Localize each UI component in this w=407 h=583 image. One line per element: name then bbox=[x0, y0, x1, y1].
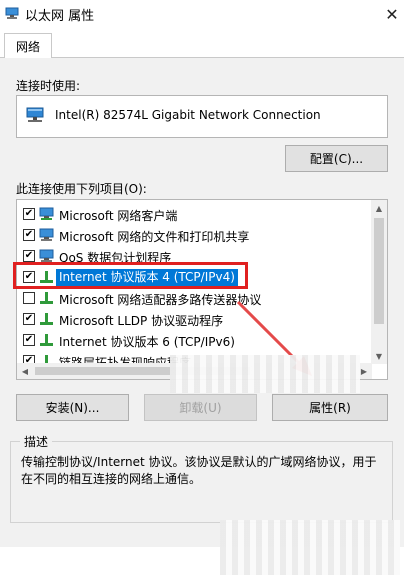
item-label: Microsoft 网络适配器多路传送器协议 bbox=[59, 293, 262, 307]
protocol-icon bbox=[40, 313, 53, 325]
list-item[interactable]: ✔ Microsoft 网络的文件和打印机共享 bbox=[17, 225, 369, 246]
item-label: Microsoft 网络的文件和打印机共享 bbox=[59, 230, 250, 244]
item-label: Internet 协议版本 4 (TCP/IPv4) bbox=[56, 269, 238, 286]
protocol-icon bbox=[40, 271, 53, 283]
item-checkbox[interactable]: ✔ bbox=[23, 271, 35, 283]
description-title: 描述 bbox=[20, 433, 53, 450]
components-label: 此连接使用下列项目(O): bbox=[16, 182, 147, 196]
item-label: Microsoft 网络客户端 bbox=[59, 209, 178, 223]
tab-label: 网络 bbox=[15, 39, 40, 54]
horizontal-scrollbar[interactable]: ◀ ▶ bbox=[17, 363, 372, 379]
window-title: 以太网 属性 bbox=[25, 9, 95, 24]
protocol-icon bbox=[40, 334, 53, 346]
list-item[interactable]: ✔ Microsoft 网络客户端 bbox=[17, 204, 369, 225]
description-text: 传输控制协议/Internet 协议。该协议是默认的广域网络协议，用于在不同的相… bbox=[21, 455, 377, 486]
vertical-scroll-thumb[interactable] bbox=[374, 218, 384, 324]
vertical-scrollbar[interactable]: ▲ ▼ bbox=[371, 200, 387, 364]
list-item[interactable]: ✔ Internet 协议版本 6 (TCP/IPv6) bbox=[17, 330, 369, 351]
network-adapter-icon bbox=[26, 107, 44, 122]
adapter-box: Intel(R) 82574L Gigabit Network Connecti… bbox=[16, 95, 388, 138]
adapter-name: Intel(R) 82574L Gigabit Network Connecti… bbox=[55, 108, 321, 122]
list-item-selected[interactable]: ✔ Internet 协议版本 4 (TCP/IPv4) bbox=[17, 267, 369, 288]
item-label: Internet 协议版本 6 (TCP/IPv6) bbox=[59, 335, 235, 349]
item-label: QoS 数据包计划程序 bbox=[59, 251, 172, 265]
list-item[interactable]: Microsoft 网络适配器多路传送器协议 bbox=[17, 288, 369, 309]
components-list[interactable]: ✔ Microsoft 网络客户端 ✔ Microsoft 网络的文件和打印机共… bbox=[16, 199, 388, 380]
list-item[interactable]: ✔ Microsoft LLDP 协议驱动程序 bbox=[17, 309, 369, 330]
item-checkbox[interactable]: ✔ bbox=[23, 313, 35, 325]
connect-using-label: 连接时使用: bbox=[16, 79, 81, 93]
protocol-icon bbox=[40, 292, 53, 304]
list-item[interactable]: ✔ QoS 数据包计划程序 bbox=[17, 246, 369, 267]
properties-button[interactable]: 属性(R) bbox=[272, 394, 388, 421]
network-service-icon bbox=[39, 228, 54, 241]
close-button[interactable]: ✕ bbox=[377, 0, 407, 28]
configure-button[interactable]: 配置(C)... bbox=[285, 145, 388, 172]
title-bar: 以太网 属性 ✕ bbox=[0, 0, 407, 28]
uninstall-button[interactable]: 卸载(U) bbox=[144, 394, 257, 421]
scroll-right-icon[interactable]: ▶ bbox=[356, 363, 372, 379]
network-client-icon bbox=[39, 207, 54, 220]
network-adapter-icon bbox=[5, 7, 19, 19]
horizontal-scroll-thumb[interactable] bbox=[35, 367, 250, 375]
scroll-left-icon[interactable]: ◀ bbox=[17, 363, 33, 379]
components-list-viewport: ✔ Microsoft 网络客户端 ✔ Microsoft 网络的文件和打印机共… bbox=[17, 200, 372, 364]
item-checkbox-unchecked[interactable] bbox=[23, 292, 35, 304]
install-button[interactable]: 安装(N)... bbox=[16, 394, 129, 421]
scroll-up-icon[interactable]: ▲ bbox=[371, 200, 387, 216]
item-checkbox[interactable]: ✔ bbox=[23, 208, 35, 220]
close-icon: ✕ bbox=[385, 4, 399, 24]
item-checkbox[interactable]: ✔ bbox=[23, 229, 35, 241]
network-service-icon bbox=[39, 249, 54, 262]
item-label: Microsoft LLDP 协议驱动程序 bbox=[59, 314, 224, 328]
tab-network[interactable]: 网络 bbox=[4, 33, 52, 58]
item-checkbox[interactable]: ✔ bbox=[23, 334, 35, 346]
scroll-down-icon[interactable]: ▼ bbox=[371, 348, 387, 364]
item-checkbox[interactable]: ✔ bbox=[23, 250, 35, 262]
